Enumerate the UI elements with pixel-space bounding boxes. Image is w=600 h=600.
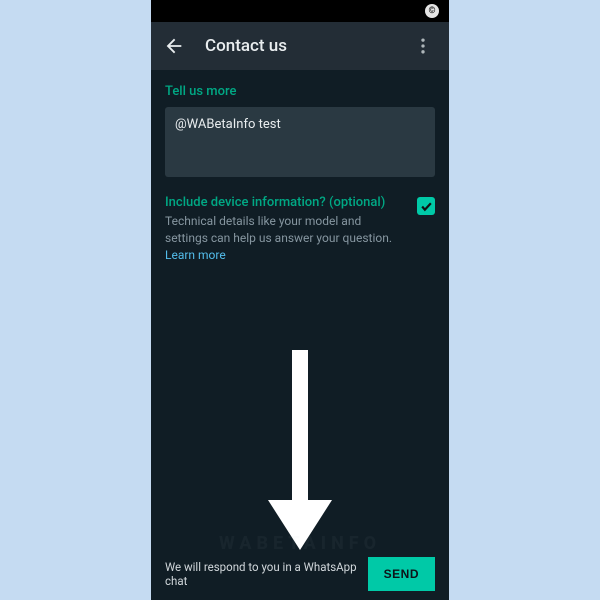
content-area: Tell us more Include device information?… bbox=[151, 70, 449, 548]
phone-frame: © Contact us Tell us more Include device… bbox=[151, 0, 449, 600]
app-bar: Contact us bbox=[151, 22, 449, 70]
device-info-description: Technical details like your model and se… bbox=[165, 213, 407, 263]
tell-us-more-label: Tell us more bbox=[165, 84, 435, 99]
back-arrow-icon[interactable] bbox=[163, 35, 185, 57]
learn-more-link[interactable]: Learn more bbox=[165, 248, 226, 262]
feedback-input[interactable] bbox=[165, 107, 435, 177]
device-info-heading: Include device information? (optional) bbox=[165, 195, 407, 210]
include-device-info-checkbox[interactable] bbox=[417, 197, 435, 215]
footer-bar: We will respond to you in a WhatsApp cha… bbox=[151, 548, 449, 600]
device-info-row: Include device information? (optional) T… bbox=[165, 195, 435, 263]
page-title: Contact us bbox=[205, 36, 409, 56]
arrow-down-icon bbox=[260, 350, 340, 554]
footer-response-text: We will respond to you in a WhatsApp cha… bbox=[165, 560, 358, 588]
send-button[interactable]: SEND bbox=[368, 557, 435, 591]
status-bar: © bbox=[151, 0, 449, 22]
status-indicator-icon: © bbox=[425, 4, 439, 18]
more-vert-icon[interactable] bbox=[409, 32, 437, 60]
